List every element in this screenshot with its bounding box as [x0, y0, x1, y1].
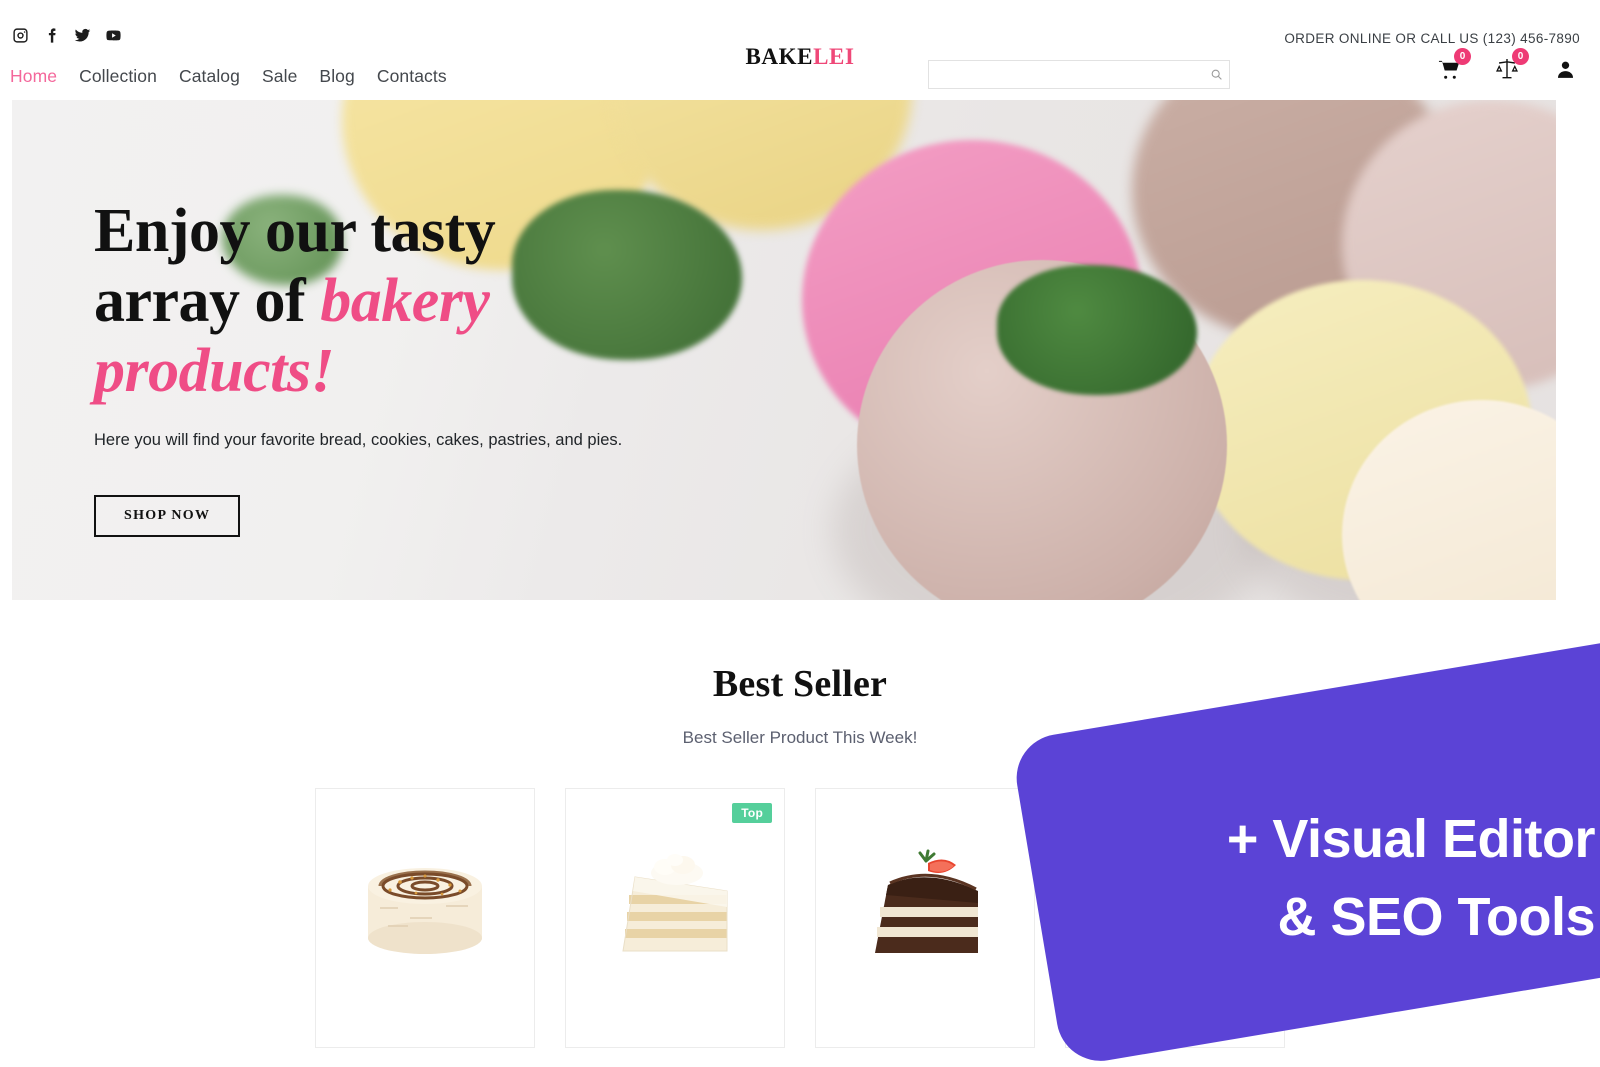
search-icon — [1211, 69, 1222, 80]
product-card[interactable] — [815, 788, 1035, 1048]
compare-count-badge: 0 — [1512, 48, 1529, 65]
cart-count-badge: 0 — [1454, 48, 1471, 65]
search-box[interactable] — [928, 60, 1230, 89]
hero-content: Enjoy our tasty array of bakery products… — [94, 196, 734, 537]
logo-part-accent: LEI — [813, 44, 855, 69]
hero-banner: Enjoy our tasty array of bakery products… — [12, 100, 1556, 600]
youtube-icon[interactable] — [105, 27, 122, 44]
header-tools: 0 0 — [1436, 48, 1578, 82]
facebook-icon[interactable] — [43, 27, 60, 44]
contact-phone-text: ORDER ONLINE OR CALL US (123) 456-7890 — [1284, 31, 1580, 46]
account-button[interactable] — [1552, 56, 1578, 82]
user-icon — [1557, 61, 1573, 78]
promo-line-2: & SEO Tools — [1277, 887, 1595, 947]
compare-button[interactable]: 0 — [1494, 48, 1529, 82]
social-links — [12, 27, 122, 44]
product-image-chocolate-strawberry-cake-slice — [816, 815, 1034, 990]
search-input[interactable] — [929, 61, 1203, 88]
site-header: Home Collection Catalog Sale Blog Contac… — [0, 0, 1600, 100]
promo-line-1: + Visual Editor — [1226, 809, 1596, 869]
hero-heading-accent-products: products! — [94, 337, 335, 405]
instagram-icon[interactable] — [12, 27, 29, 44]
shop-now-button[interactable]: SHOP NOW — [94, 495, 241, 537]
product-card[interactable] — [315, 788, 535, 1048]
logo-part-primary: BAKE — [745, 44, 814, 69]
promo-banner-text: + Visual Editor & SEO Tools — [1075, 800, 1596, 956]
hero-heading-accent-bakery: bakery — [320, 267, 490, 335]
hero-heading: Enjoy our tasty array of bakery products… — [94, 196, 734, 406]
site-logo[interactable]: BAKELEI — [0, 44, 1600, 70]
twitter-icon[interactable] — [74, 27, 91, 44]
hero-subtitle: Here you will find your favorite bread, … — [94, 431, 623, 449]
cart-button[interactable]: 0 — [1436, 48, 1471, 82]
search-submit-button[interactable] — [1203, 61, 1229, 88]
product-card[interactable]: Top — [565, 788, 785, 1048]
product-image-honey-layer-cake-slice — [566, 815, 784, 990]
hero-heading-line1: Enjoy our tasty — [94, 197, 496, 265]
product-image-caramel-swirl-cake — [316, 815, 534, 990]
hero-heading-line2-plain: array of — [94, 267, 321, 335]
